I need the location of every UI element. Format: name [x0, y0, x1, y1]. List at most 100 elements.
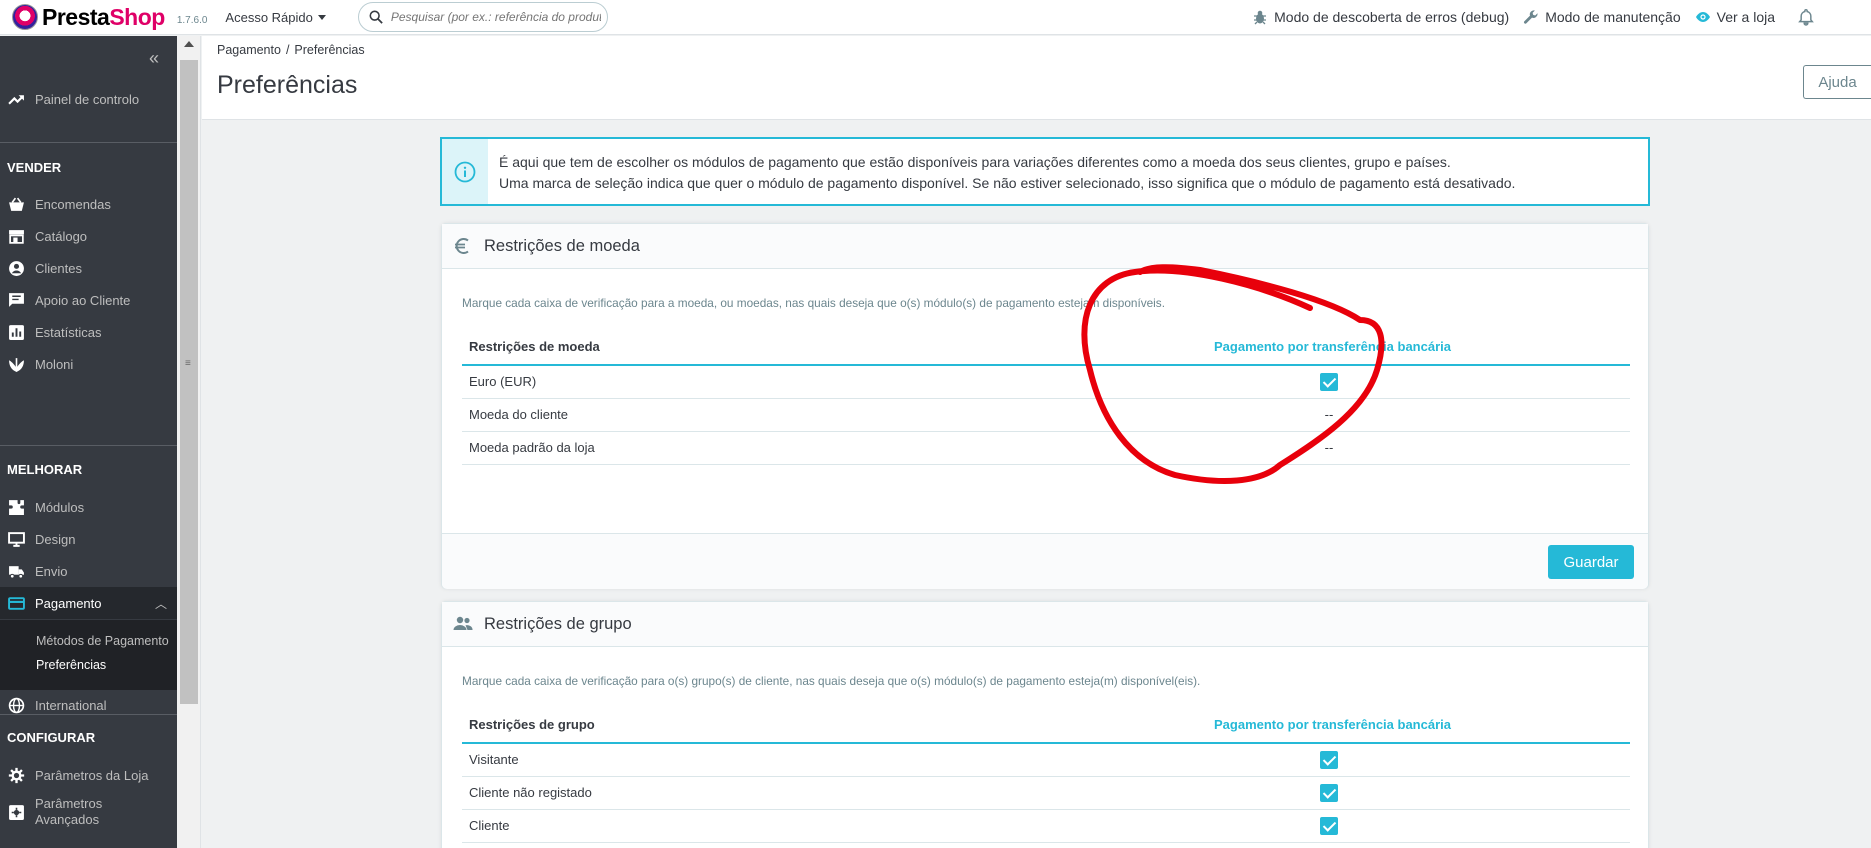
sidebar-item-label: Catálogo — [35, 228, 88, 244]
sidebar-item-label: Módulos — [35, 499, 85, 515]
column-header-restriction: Restrições de moeda — [462, 328, 1028, 366]
currency-restrictions-panel: Restrições de moeda Marque cada caixa de… — [441, 223, 1649, 589]
breadcrumb-preferences[interactable]: Preferências — [294, 43, 364, 57]
row-label: Euro (EUR) — [462, 365, 1028, 399]
credit-card-icon — [8, 596, 25, 610]
info-alert: É aqui que tem de escolher os módulos de… — [440, 137, 1650, 206]
globe-icon — [8, 697, 25, 713]
sidebar-item-shop-parameters[interactable]: Parâmetros da Loja — [0, 762, 177, 788]
sidebar-item-label: Moloni — [35, 356, 74, 372]
debug-mode-label: Modo de descoberta de erros (debug) — [1274, 9, 1510, 25]
collapse-sidebar-icon[interactable]: « — [149, 48, 159, 69]
sidebar-item-label: Parâmetros Avançados — [35, 796, 103, 827]
panel-footer: Guardar — [442, 533, 1648, 589]
quick-access-label: Acesso Rápido — [225, 9, 313, 25]
bell-icon — [1798, 8, 1814, 26]
alert-icon-box — [442, 139, 488, 204]
search-box[interactable] — [357, 2, 608, 32]
row-label: Visitante — [462, 743, 1028, 777]
panel-description: Marque cada caixa de verificação para a … — [462, 296, 1165, 310]
sidebar-item-orders[interactable]: Encomendas — [0, 191, 177, 217]
row-label: Cliente não registado — [462, 776, 1028, 810]
checked-checkbox[interactable] — [1320, 750, 1338, 769]
payment-submenu: Métodos de Pagamento Preferências — [0, 620, 177, 690]
moloni-icon — [9, 357, 24, 372]
euro-icon — [455, 238, 469, 254]
resize-grip-icon[interactable]: ≡ — [185, 358, 191, 369]
help-button[interactable]: Ajuda — [1803, 65, 1871, 99]
header-actions: Modo de descoberta de erros (debug) Modo… — [1238, 8, 1821, 26]
table-row: Visitante — [462, 743, 1630, 777]
people-icon — [453, 616, 473, 630]
table-row: Cliente não registado — [462, 776, 1630, 810]
table-row: Moeda padrão da loja -- — [462, 431, 1630, 465]
sidebar-item-label: Design — [35, 531, 76, 547]
sidebar-item-dashboard[interactable]: Painel de controlo — [0, 86, 177, 112]
store-icon — [9, 229, 24, 244]
top-header: PrestaShop 1.7.6.0 Acesso Rápido Modo de… — [0, 0, 1871, 35]
sidebar-item-label: Parâmetros da Loja — [35, 767, 149, 783]
maintenance-mode-link[interactable]: Modo de manutenção — [1523, 9, 1681, 25]
sidebar-item-modules[interactable]: Módulos — [0, 494, 177, 520]
sidebar-item-shipping[interactable]: Envio — [0, 558, 177, 584]
notifications-button[interactable] — [1797, 8, 1821, 26]
row-cell: -- — [1028, 398, 1630, 432]
view-store-link[interactable]: Ver a loja — [1695, 9, 1775, 25]
search-input[interactable] — [390, 10, 601, 24]
checked-checkbox[interactable] — [1320, 783, 1338, 802]
column-header-module: Pagamento por transferência bancária — [1028, 328, 1630, 366]
scrollbar-thumb[interactable] — [180, 60, 198, 704]
sidebar-scrollbar[interactable] — [177, 36, 201, 848]
sidebar-item-catalog[interactable]: Catálogo — [0, 223, 177, 249]
panel-title: Restrições de grupo — [484, 614, 632, 633]
prestashop-logo[interactable]: PrestaShop — [12, 4, 165, 31]
sidebar-item-payment[interactable]: Pagamento ︿ — [0, 587, 177, 619]
unavailable-dash: -- — [1324, 440, 1334, 455]
chat-icon — [9, 292, 24, 307]
sidebar-item-label: Pagamento — [35, 595, 102, 611]
debug-mode-link[interactable]: Modo de descoberta de erros (debug) — [1252, 9, 1509, 25]
scroll-up-arrow-icon[interactable] — [184, 41, 194, 47]
sidebar: « Painel de controlo VENDER Encomendas C… — [0, 36, 177, 848]
breadcrumb-separator: / — [285, 43, 290, 57]
page-header: Pagamento / Preferências Preferências Ajud… — [202, 36, 1871, 120]
sidebar-item-advanced-parameters[interactable]: Parâmetros Avançados — [0, 794, 177, 830]
divider — [0, 445, 177, 446]
sidebar-item-label: International — [35, 697, 107, 713]
sidebar-item-statistics[interactable]: Estatísticas — [0, 319, 177, 345]
brand-name: PrestaShop — [42, 3, 165, 30]
quick-access-dropdown[interactable]: Acesso Rápido — [225, 9, 326, 25]
row-cell — [1028, 743, 1630, 777]
group-table: Restrições de grupo Pagamento por transf… — [462, 706, 1630, 843]
sidebar-item-label: Envio — [35, 563, 68, 579]
page-title: Preferências — [217, 71, 358, 99]
sidebar-item-customers[interactable]: Clientes — [0, 255, 177, 281]
row-label: Cliente — [462, 809, 1028, 843]
shopping-basket-icon — [9, 197, 24, 211]
sidebar-item-customer-service[interactable]: Apoio ao Cliente — [0, 287, 177, 313]
chevron-up-icon: ︿ — [154, 596, 167, 611]
section-title-sell: VENDER — [7, 160, 62, 175]
eye-icon — [1695, 12, 1710, 22]
breadcrumb-payment[interactable]: Pagamento — [217, 43, 281, 57]
trending-up-icon — [8, 94, 24, 105]
breadcrumb: Pagamento / Preferências — [217, 43, 365, 57]
sidebar-subitem-payment-methods[interactable]: Métodos de Pagamento — [36, 634, 169, 648]
table-row: Cliente — [462, 809, 1630, 843]
sidebar-item-moloni[interactable]: Moloni — [0, 351, 177, 377]
table-row: Euro (EUR) — [462, 365, 1630, 399]
panel-header: Restrições de moeda — [442, 224, 1648, 269]
search-icon — [369, 10, 383, 24]
checked-checkbox[interactable] — [1320, 372, 1338, 391]
sidebar-item-design[interactable]: Design — [0, 526, 177, 552]
save-button[interactable]: Guardar — [1548, 545, 1634, 579]
checked-checkbox[interactable] — [1320, 816, 1338, 835]
row-cell — [1028, 809, 1630, 843]
row-cell — [1028, 776, 1630, 810]
sidebar-item-label: Estatísticas — [35, 324, 102, 340]
bug-icon — [1254, 10, 1267, 25]
unavailable-dash: -- — [1324, 407, 1334, 422]
panel-title: Restrições de moeda — [484, 236, 640, 255]
sidebar-subitem-preferences[interactable]: Preferências — [36, 658, 106, 672]
alert-line-2: Uma marca de seleção indica que quer o m… — [499, 175, 1516, 191]
